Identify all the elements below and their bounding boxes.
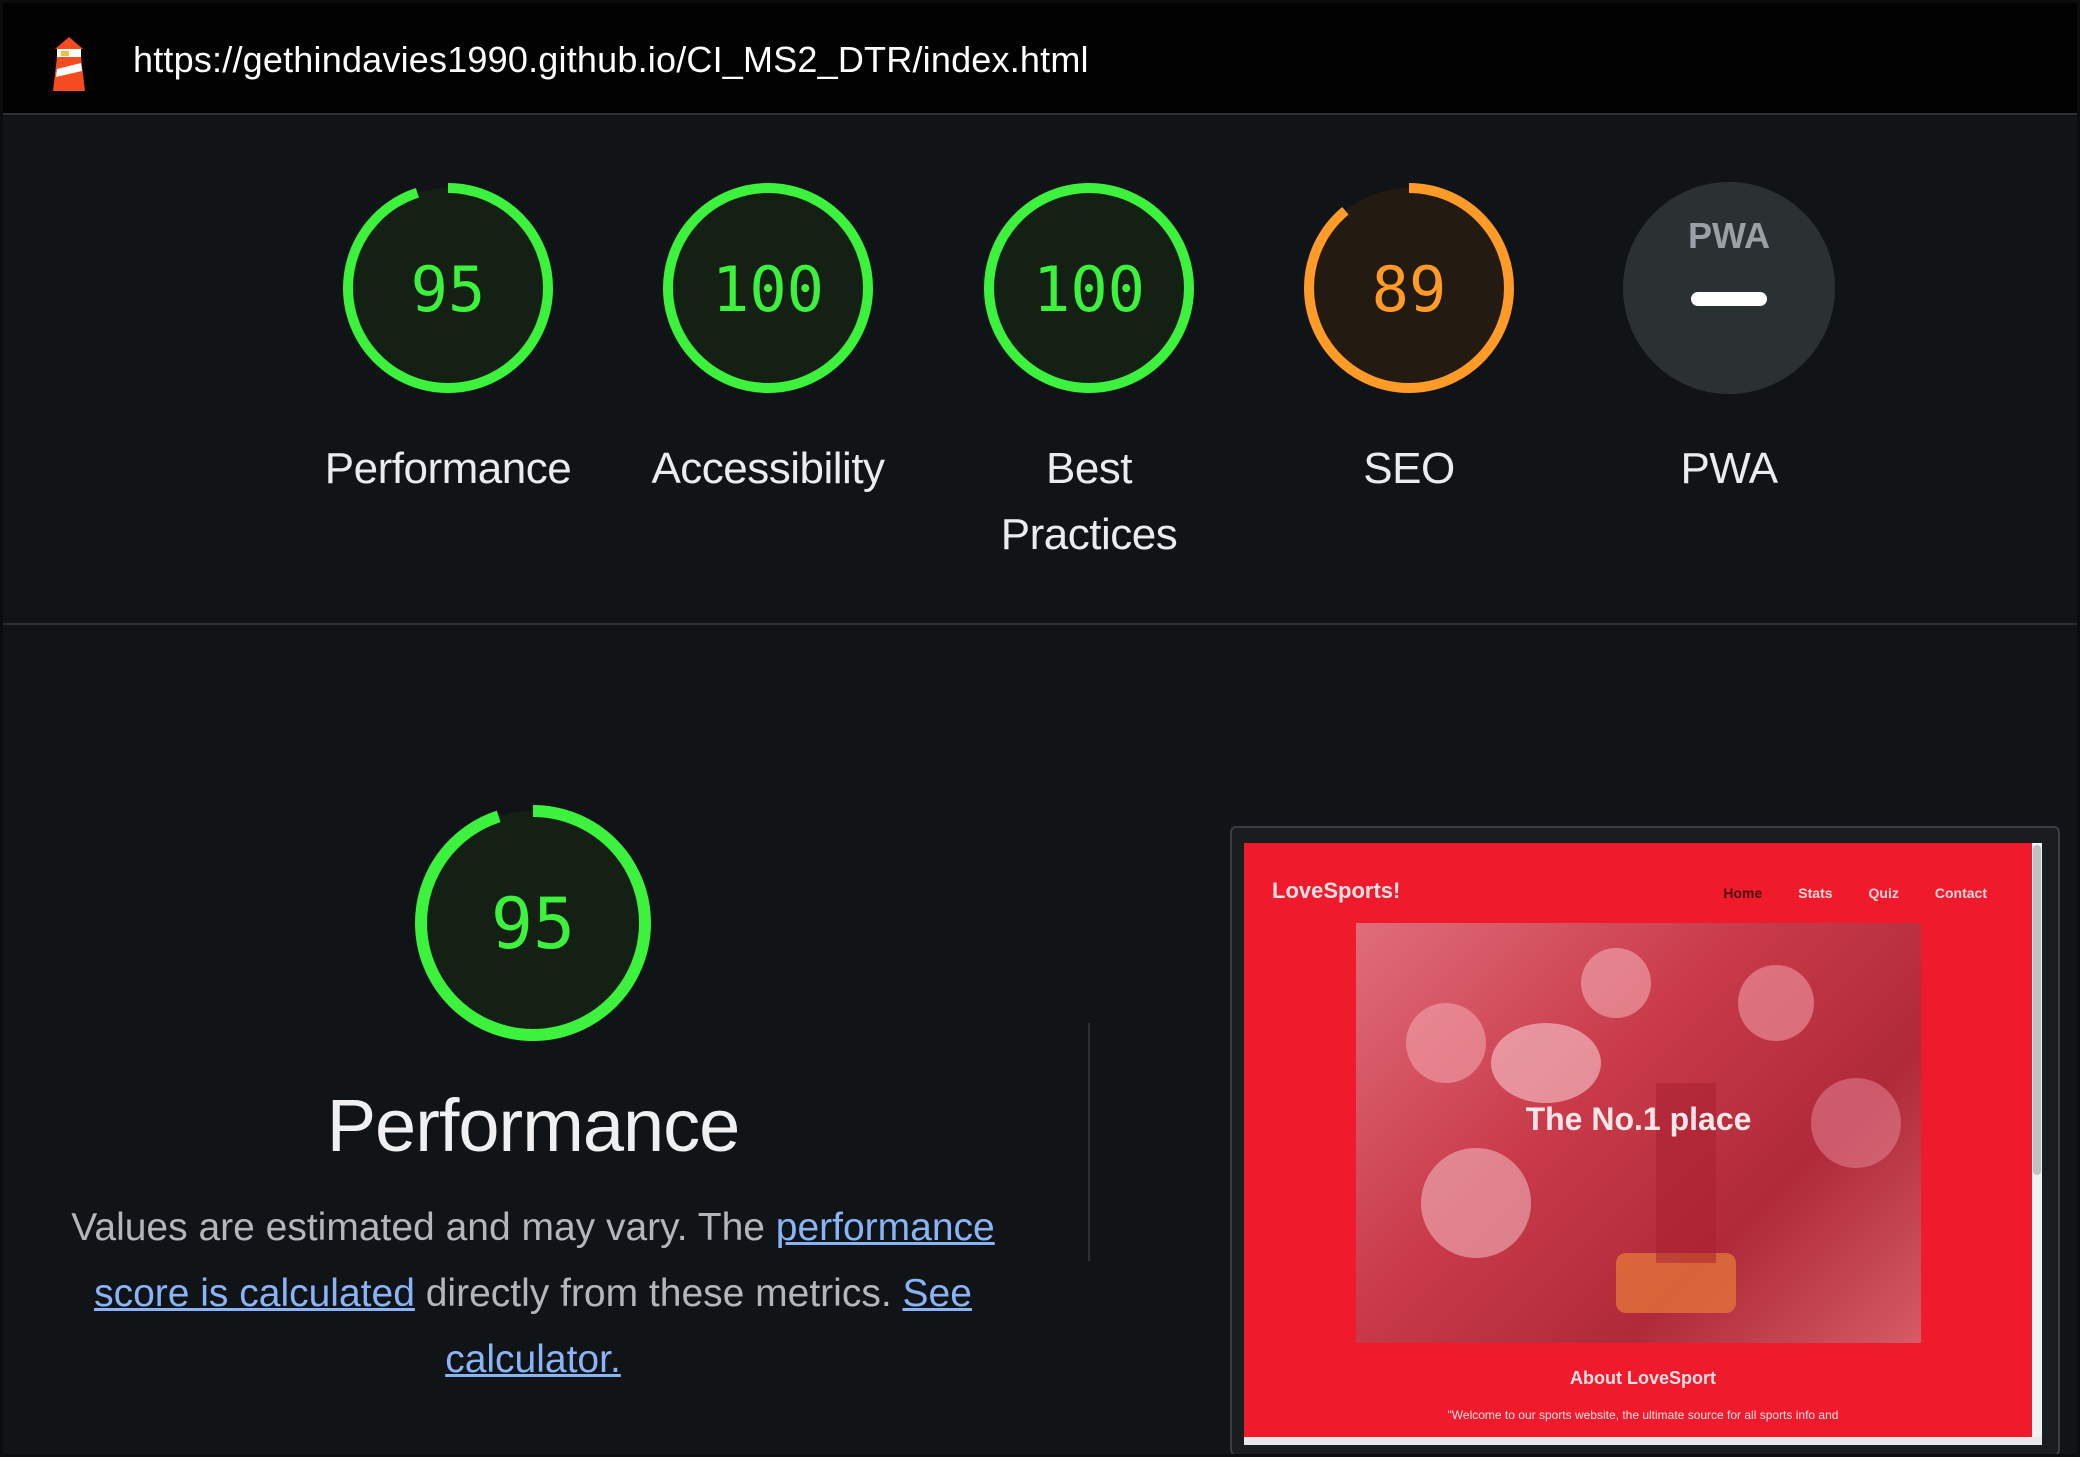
site-nav: Home Stats Quiz Contact [1723, 885, 1987, 901]
lighthouse-report: https://gethindavies1990.github.io/CI_MS… [0, 0, 2080, 1457]
gauge-best-practices[interactable]: 100 Best Practices [944, 178, 1234, 568]
gauge-score: 95 [411, 253, 486, 326]
score-gauges: 95 Performance 100 Accessibility 100 Bes… [3, 178, 2077, 578]
gauge-label: Accessibility [651, 444, 885, 493]
gauge-label: Best Practices [944, 436, 1234, 568]
site-nav-item: Stats [1798, 885, 1833, 901]
performance-score: 95 [491, 883, 575, 965]
gauge-seo[interactable]: 89 SEO [1264, 178, 1554, 502]
gauge-label: PWA [1680, 444, 1778, 493]
gauge-label: SEO [1363, 444, 1455, 493]
hero-text: The No.1 place [1525, 1101, 1752, 1137]
accessibility-gauge-ring: 100 [663, 183, 873, 393]
final-screenshot[interactable]: LoveSports! Home Stats Quiz Contact The … [1230, 826, 2060, 1454]
section-divider [3, 623, 2077, 625]
about-text: "Welcome to our sports website, the ulti… [1447, 1408, 1839, 1422]
performance-large-gauge: 95 [415, 805, 651, 1041]
gauge-score: 89 [1372, 253, 1447, 326]
gauge-label-line2: Practices [1000, 510, 1178, 559]
gauge-performance[interactable]: 95 Performance [303, 178, 593, 502]
gauge-accessibility[interactable]: 100 Accessibility [623, 178, 913, 502]
seo-gauge-ring: 89 [1304, 183, 1514, 393]
gauge-pwa[interactable]: PWA PWA [1584, 178, 1874, 502]
about-heading: About LoveSport [1570, 1368, 1716, 1388]
site-nav-item: Contact [1934, 885, 1987, 901]
performance-gauge-ring: 95 [343, 183, 553, 393]
site-brand: LoveSports! [1272, 878, 1401, 903]
pwa-badge-text: PWA [1688, 215, 1770, 256]
scrollbar [2032, 843, 2042, 1445]
report-header: https://gethindavies1990.github.io/CI_MS… [3, 3, 2077, 115]
lighthouse-icon [53, 37, 85, 91]
gauge-score: 100 [1033, 253, 1145, 326]
screenshot-preview: LoveSports! Home Stats Quiz Contact The … [1244, 843, 2042, 1445]
desc-text: Values are estimated and may vary. The [71, 1206, 776, 1249]
hero-image: The No.1 place [1356, 923, 1921, 1343]
performance-description: Values are estimated and may vary. The p… [43, 1195, 1023, 1393]
best-practices-gauge-ring: 100 [984, 183, 1194, 393]
gauge-label-line1: Best [1045, 444, 1133, 493]
vertical-divider [1088, 1023, 1090, 1261]
performance-title: Performance [326, 1084, 741, 1167]
gauge-label: Performance [324, 444, 572, 493]
desc-text: directly from these metrics. [414, 1272, 903, 1315]
scrollbar-thumb [2033, 845, 2041, 1175]
gauge-score: 100 [712, 253, 824, 326]
report-url[interactable]: https://gethindavies1990.github.io/CI_MS… [133, 39, 1089, 81]
site-nav-item: Home [1723, 885, 1763, 901]
pwa-badge-icon: PWA [1623, 182, 1835, 394]
horizontal-scrollbar [1244, 1437, 2042, 1445]
site-nav-item: Quiz [1868, 885, 1899, 901]
